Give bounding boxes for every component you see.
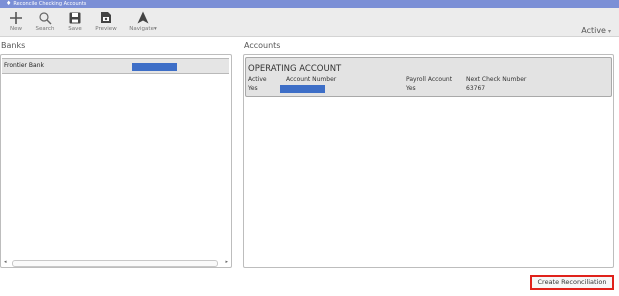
preview-icon	[93, 10, 119, 25]
search-icon	[32, 10, 58, 25]
status-filter-value: Active	[581, 26, 606, 35]
navigate-icon	[126, 10, 160, 25]
banks-heading: Banks	[1, 41, 26, 50]
save-button[interactable]: Save	[62, 10, 88, 35]
account-card[interactable]: OPERATING ACCOUNT Active Account Number …	[245, 57, 612, 97]
accounts-list: OPERATING ACCOUNT Active Account Number …	[243, 54, 614, 268]
search-button[interactable]: Search	[32, 10, 58, 35]
bank-name: Frontier Bank	[4, 62, 44, 69]
chevron-down-icon: ▾	[153, 26, 157, 32]
window-icon: ♦	[6, 0, 12, 7]
navigate-label: Navigate▾	[129, 26, 157, 32]
toolbar: New Search Save Preview Navigate▾ Active…	[0, 8, 619, 37]
payroll-value: Yes	[406, 85, 416, 92]
create-reconciliation-button[interactable]: Create Reconciliation	[530, 275, 614, 290]
scrollbar-thumb[interactable]	[12, 260, 218, 267]
account-name: OPERATING ACCOUNT	[248, 64, 342, 74]
next-check-column-header: Next Check Number	[466, 76, 527, 83]
status-filter-dropdown[interactable]: Active ▾	[581, 26, 611, 35]
payroll-account-column-header: Payroll Account	[406, 76, 453, 83]
window-title: Reconcile Checking Accounts	[13, 1, 87, 7]
preview-label: Preview	[95, 26, 117, 32]
account-number-column-header: Account Number	[286, 76, 337, 83]
chevron-down-icon: ▾	[607, 28, 611, 35]
accounts-heading: Accounts	[244, 41, 281, 50]
save-icon	[62, 10, 88, 25]
active-value: Yes	[248, 85, 258, 92]
new-label: New	[10, 26, 22, 32]
next-check-value: 63767	[466, 85, 486, 92]
preview-button[interactable]: Preview	[93, 10, 119, 35]
new-button[interactable]: New	[3, 10, 29, 35]
scroll-left-icon[interactable]: ◂	[4, 259, 7, 266]
bank-row[interactable]: Frontier Bank	[2, 58, 229, 74]
plus-icon	[3, 10, 29, 25]
banks-list: Frontier Bank ◂ ▸	[0, 54, 232, 268]
navigate-button[interactable]: Navigate▾	[126, 10, 160, 35]
window-titlebar: ♦ Reconcile Checking Accounts	[0, 0, 619, 8]
save-label: Save	[68, 26, 82, 32]
redacted-account-number	[280, 85, 325, 93]
active-column-header: Active	[248, 76, 267, 83]
redacted-bank-account	[132, 63, 177, 71]
search-label: Search	[35, 26, 55, 32]
horizontal-scrollbar[interactable]: ◂ ▸	[2, 259, 230, 267]
scroll-right-icon[interactable]: ▸	[225, 259, 228, 266]
